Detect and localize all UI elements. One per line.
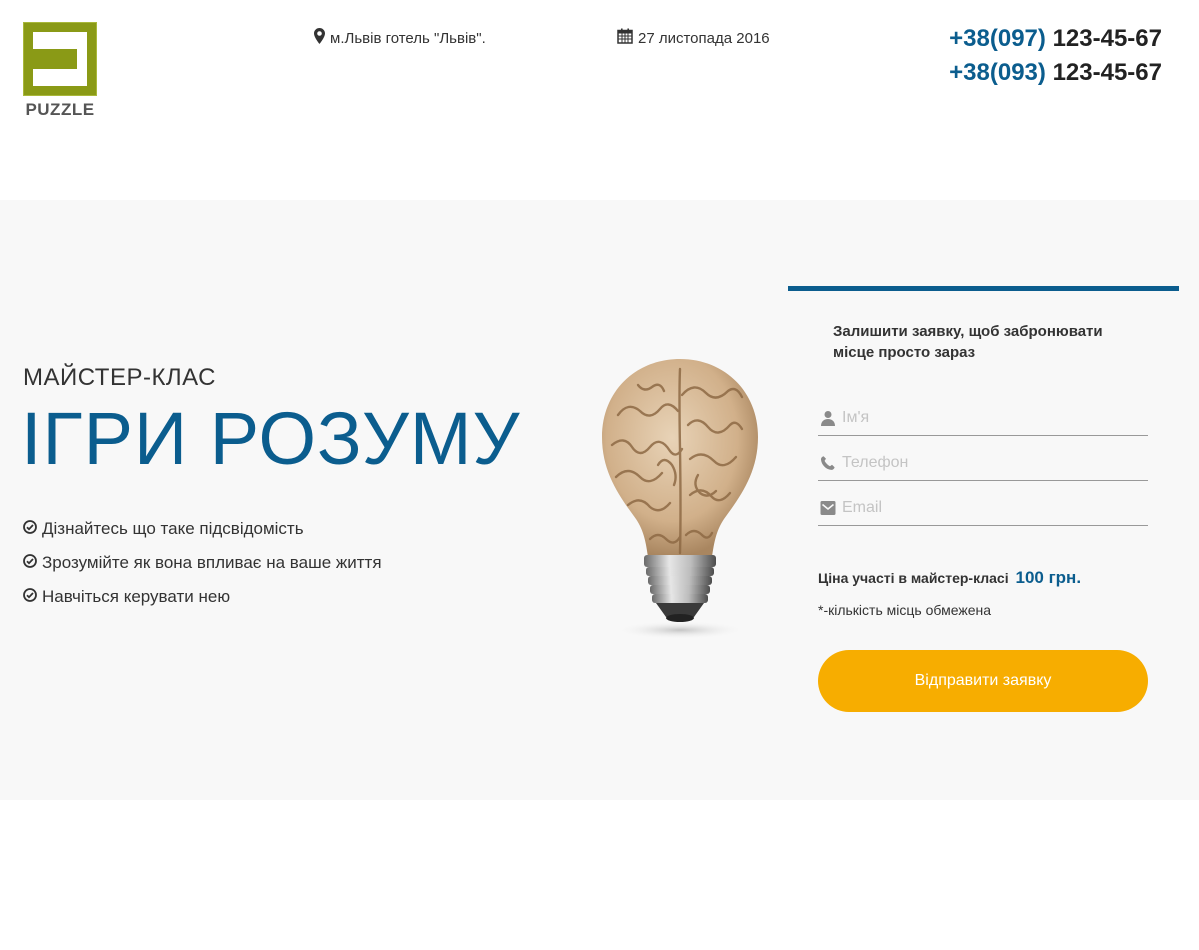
brain-lightbulb-image [598, 355, 763, 640]
check-circle-icon [23, 519, 37, 539]
booking-form: Залишити заявку, щоб забронювати місце п… [788, 286, 1179, 712]
check-circle-icon [23, 587, 37, 607]
hero-subtitle: МАЙСТЕР-КЛАС [23, 364, 216, 391]
submit-button[interactable]: Відправити заявку [818, 650, 1148, 712]
phone-field-wrapper [818, 446, 1148, 481]
email-field-wrapper [818, 491, 1148, 526]
name-input[interactable] [842, 409, 1132, 427]
puzzle-logo-mark [23, 22, 97, 96]
hero-title: ІГРИ РОЗУМУ [21, 397, 521, 480]
map-marker-icon [314, 28, 325, 48]
phone-local: 123-45-67 [1052, 25, 1162, 52]
phone-code: +38(097) [949, 25, 1046, 52]
feature-item: Навчіться керувати нею [23, 580, 382, 614]
logo-text: PUZZLE [25, 100, 95, 119]
phone-number-2[interactable]: +38(093) 123-45-67 [949, 56, 1162, 90]
hero-section: МАЙСТЕР-КЛАС ІГРИ РОЗУМУ Дізнайтесь що т… [0, 200, 1199, 800]
phone-code: +38(093) [949, 59, 1046, 86]
phone-input[interactable] [842, 454, 1132, 472]
feature-list: Дізнайтесь що таке підсвідомість Зрозумі… [23, 512, 382, 614]
phone-list: +38(097) 123-45-67 +38(093) 123-45-67 [949, 22, 1162, 90]
envelope-icon [818, 500, 838, 516]
date-text: 27 листопада 2016 [638, 29, 770, 47]
event-location: м.Львів готель "Львів". [314, 28, 486, 48]
feature-text: Дізнайтесь що таке підсвідомість [42, 519, 304, 538]
seats-note: *-кількість місць обмежена [818, 602, 991, 618]
feature-text: Зрозумійте як вона впливає на ваше життя [42, 553, 382, 572]
check-circle-icon [23, 553, 37, 573]
feature-item: Дізнайтесь що таке підсвідомість [23, 512, 382, 546]
phone-number-1[interactable]: +38(097) 123-45-67 [949, 22, 1162, 56]
user-icon [818, 410, 838, 426]
phone-local: 123-45-67 [1052, 59, 1162, 86]
location-text: м.Львів готель "Львів". [330, 29, 486, 47]
site-header: PUZZLE м.Львів готель "Львів". 27 листоп… [0, 0, 1199, 200]
form-title: Залишити заявку, щоб забронювати місце п… [833, 323, 1103, 361]
price-label: Ціна участі в майстер-класі [818, 570, 1009, 586]
name-field-wrapper [818, 401, 1148, 436]
phone-icon [818, 455, 838, 471]
page-bottom [0, 800, 1199, 950]
price-value: 100 грн. [1015, 568, 1082, 587]
feature-text: Навчіться керувати нею [42, 587, 231, 606]
email-input[interactable] [842, 499, 1132, 517]
event-date: 27 листопада 2016 [617, 28, 770, 48]
feature-item: Зрозумійте як вона впливає на ваше життя [23, 546, 382, 580]
logo[interactable]: PUZZLE [23, 22, 99, 120]
price-info: Ціна участі в майстер-класі 100 грн. [818, 568, 1081, 588]
calendar-icon [617, 28, 633, 48]
